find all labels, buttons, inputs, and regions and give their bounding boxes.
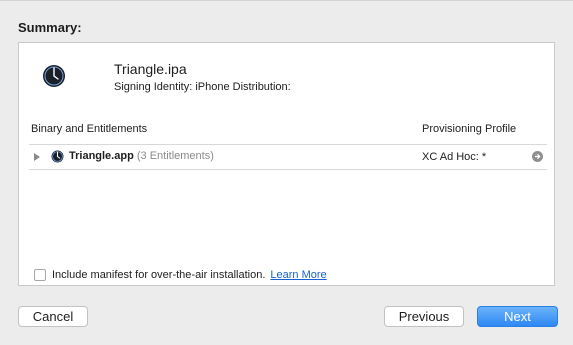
window-top-border — [0, 0, 573, 1]
binary-name: Triangle.app (3 Entitlements) — [69, 150, 214, 162]
entitlements-count: (3 Entitlements) — [136, 150, 214, 162]
app-name: Triangle.ipa — [114, 61, 187, 77]
provisioning-profile: XC Ad Hoc: * — [422, 151, 487, 163]
manifest-checkbox[interactable] — [34, 269, 46, 281]
cancel-button[interactable]: Cancel — [18, 306, 88, 327]
next-button[interactable]: Next — [477, 306, 558, 327]
signing-identity: Signing Identity: iPhone Distribution: — [114, 81, 291, 93]
table-row[interactable]: Triangle.app (3 Entitlements) XC Ad Hoc:… — [29, 145, 547, 169]
learn-more-link[interactable]: Learn More — [270, 269, 326, 281]
binary-name-text: Triangle.app — [69, 150, 134, 162]
row-divider — [29, 169, 547, 170]
summary-heading: Summary: — [18, 20, 82, 35]
column-header-profile: Provisioning Profile — [422, 123, 517, 135]
manifest-option: Include manifest for over-the-air instal… — [34, 268, 327, 282]
manifest-label: Include manifest for over-the-air instal… — [52, 269, 266, 281]
triangle-app-icon — [43, 65, 65, 87]
arrow-circle-icon[interactable] — [532, 151, 543, 162]
summary-panel: Triangle.ipa Signing Identity: iPhone Di… — [18, 42, 555, 286]
previous-button[interactable]: Previous — [384, 306, 464, 327]
triangle-app-icon — [51, 150, 64, 163]
column-header-binary: Binary and Entitlements — [31, 123, 148, 135]
disclosure-triangle-icon[interactable] — [34, 153, 40, 161]
